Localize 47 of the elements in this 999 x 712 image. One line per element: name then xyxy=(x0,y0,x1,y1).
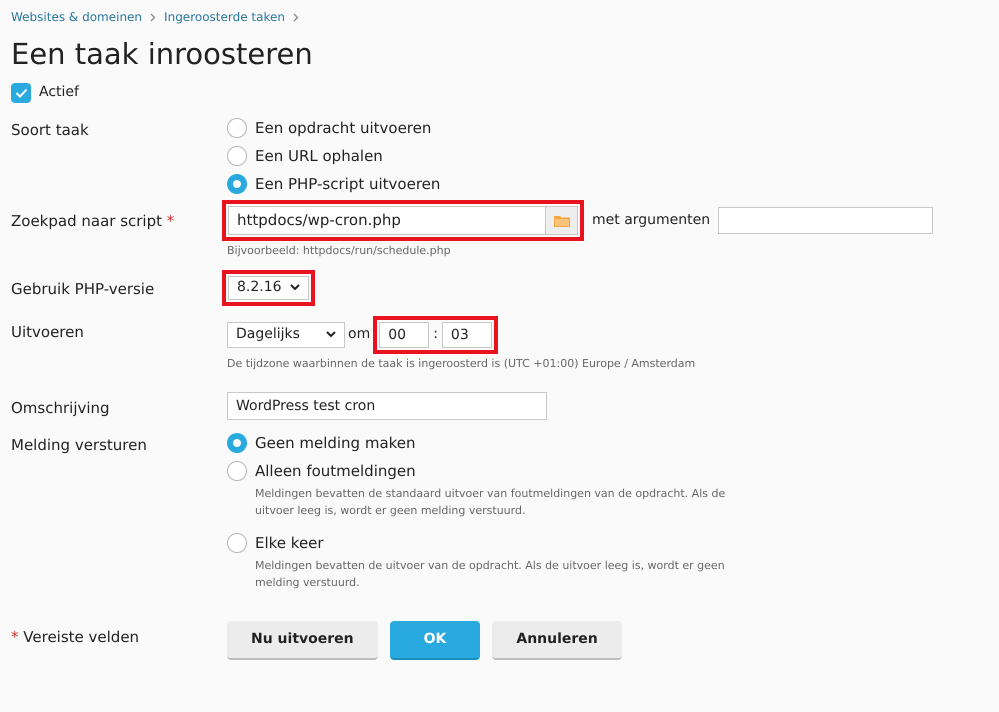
page-title: Een taak inroosteren xyxy=(11,36,314,73)
field-label: om xyxy=(348,325,370,344)
field-hint: De tijdzone waarbinnen de taak is ingeroosterd is (UTC +01:00) Europe / Amsterdam xyxy=(227,356,696,372)
radio-label: Alleen foutmeldingen xyxy=(255,460,416,482)
radio-button[interactable] xyxy=(227,146,247,166)
breadcrumb-link[interactable]: Ingeroosterde taken xyxy=(164,8,285,26)
radio-button[interactable] xyxy=(227,433,247,453)
field-label: Uitvoeren xyxy=(11,322,84,340)
field-label: Gebruik PHP-versie xyxy=(11,280,154,298)
chevron-right-icon xyxy=(293,12,299,22)
chevron-down-icon xyxy=(326,331,336,338)
field-label: Zoekpad naar script * xyxy=(11,212,174,230)
field-label: Soort taak xyxy=(11,121,89,139)
field-label: Melding versturen xyxy=(11,436,147,454)
radio-button[interactable] xyxy=(227,118,247,138)
arguments-field[interactable] xyxy=(718,207,934,234)
chevron-right-icon xyxy=(150,12,156,22)
chevron-down-icon xyxy=(290,284,300,291)
option-hint: Meldingen bevatten de standaard uitvoer van foutmeldingen van de opdracht. Als de uitvoer leeg is, wordt er geen melding verstuurd. xyxy=(255,486,726,519)
checkbox[interactable] xyxy=(11,82,31,102)
radio-label: Een PHP-script uitvoeren xyxy=(255,174,440,195)
browse-button[interactable] xyxy=(545,207,577,234)
checkbox-label: Actief xyxy=(39,83,79,102)
field-label: Omschrijving xyxy=(11,399,110,417)
option-hint: Meldingen bevatten de uitvoer van de opdracht. Als de uitvoer leeg is, wordt er geen melding verstuurd. xyxy=(255,558,726,591)
form-button[interactable]: Annuleren xyxy=(492,621,622,660)
folder-icon xyxy=(554,214,570,226)
hour-field[interactable]: 00 xyxy=(379,322,430,348)
required-fields-note: * Vereiste velden xyxy=(11,628,140,646)
radio-button[interactable] xyxy=(227,533,247,553)
minute-field[interactable]: 03 xyxy=(442,322,492,348)
radio-label: Geen melding maken xyxy=(255,432,416,454)
check-icon xyxy=(14,88,28,98)
radio-button[interactable] xyxy=(227,174,247,194)
field-label: met argumenten xyxy=(592,211,710,230)
field-hint: Bijvoorbeeld: httpdocs/run/schedule.php xyxy=(227,243,452,259)
breadcrumb-link[interactable]: Websites & domeinen xyxy=(11,8,142,26)
radio-label: Een opdracht uitvoeren xyxy=(255,118,432,139)
time-separator: : xyxy=(432,325,439,344)
radio-label: Een URL ophalen xyxy=(255,146,383,167)
php-version-select[interactable]: 8.2.16 xyxy=(228,276,309,300)
form-button[interactable]: Nu uitvoeren xyxy=(227,621,378,660)
frequency-select[interactable]: Dagelijks xyxy=(227,322,345,348)
radio-button[interactable] xyxy=(227,461,247,481)
script-path-field[interactable]: httpdocs/wp-cron.php xyxy=(228,206,578,235)
radio-label: Elke keer xyxy=(255,532,324,554)
description-field[interactable]: WordPress test cron xyxy=(227,392,547,420)
